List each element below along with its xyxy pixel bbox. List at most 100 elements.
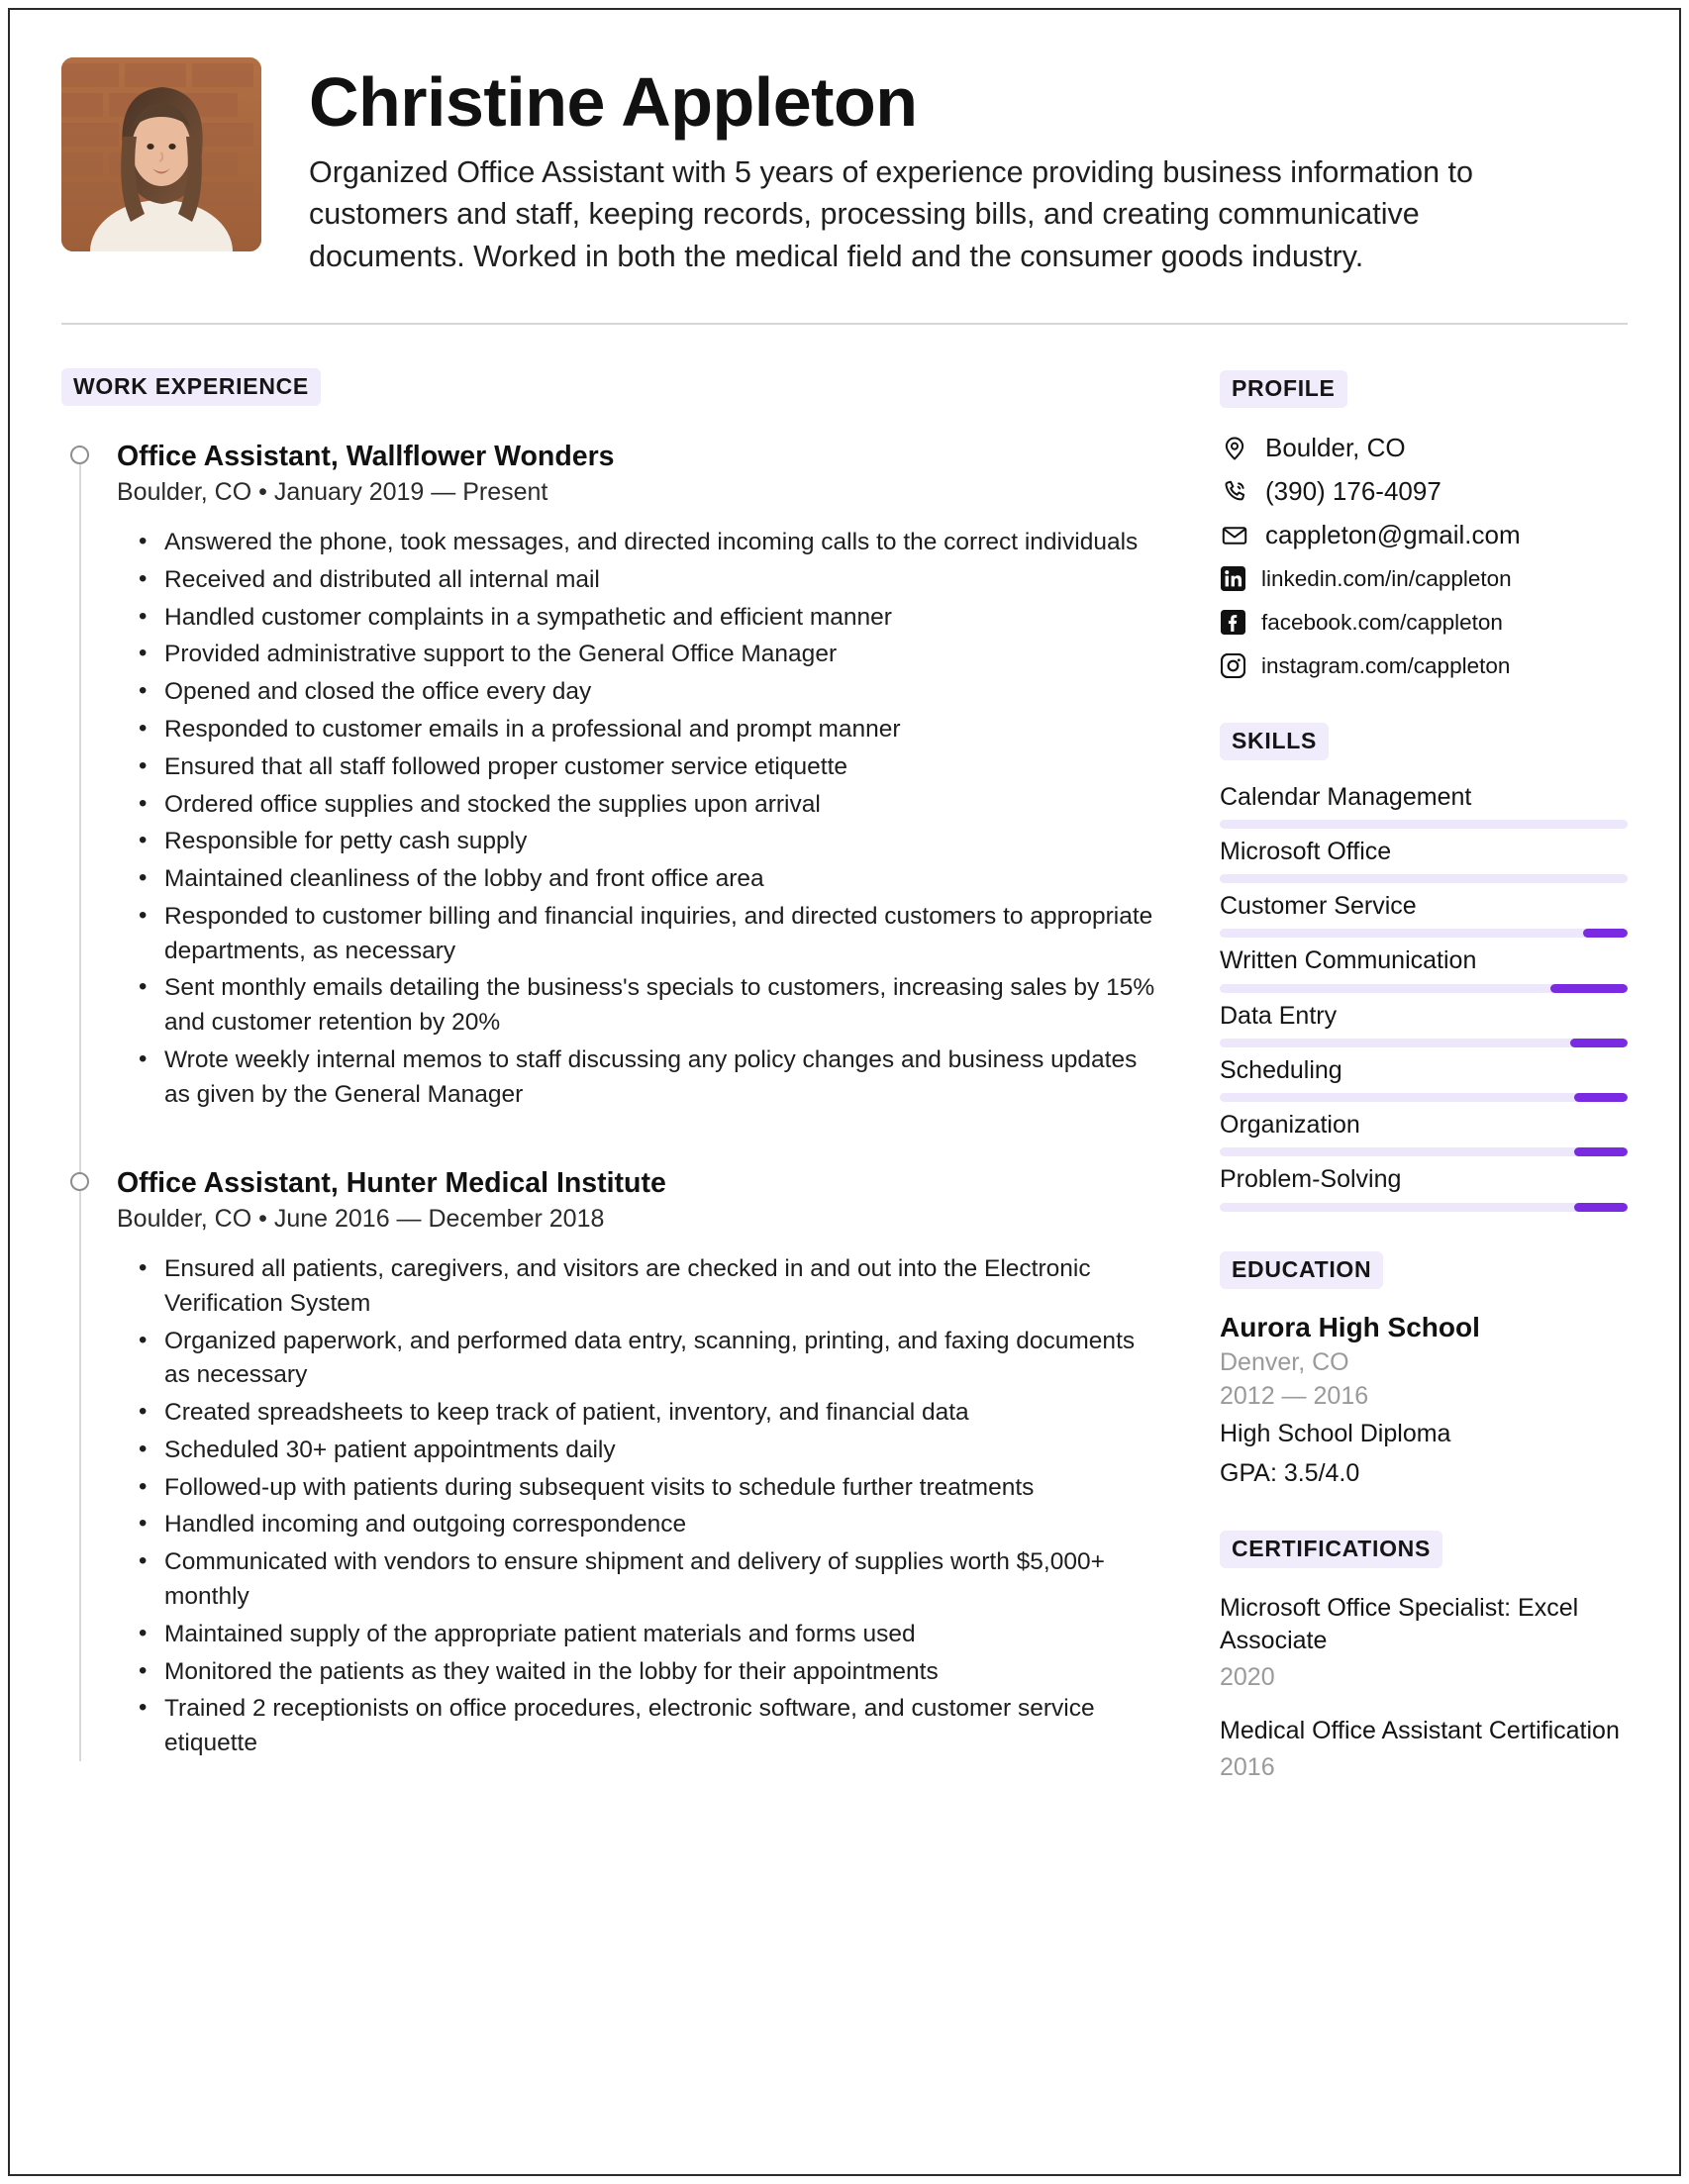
resume-page: Christine Appleton Organized Office Assi…: [0, 0, 1689, 2184]
contact-value: Boulder, CO: [1265, 433, 1406, 463]
timeline-dot-icon: [70, 1171, 89, 1191]
certification-name: Microsoft Office Specialist: Excel Assoc…: [1220, 1593, 1579, 1654]
certifications-section: CERTIFICATIONS Microsoft Office Speciali…: [1220, 1530, 1628, 1784]
job-bullet: Trained 2 receptionists on office proced…: [139, 1691, 1160, 1761]
skill-item: Written Communication: [1220, 945, 1628, 993]
skill-name: Scheduling: [1220, 1055, 1342, 1084]
certification-name: Medical Office Assistant Certification: [1220, 1717, 1620, 1745]
job-bullet: Organized paperwork, and performed data …: [139, 1324, 1160, 1394]
job-bullet: Maintained cleanliness of the lobby and …: [139, 861, 1160, 897]
job-title: Office Assistant, Hunter Medical Institu…: [117, 1166, 666, 1199]
job-bullet-list: Answered the phone, took messages, and d…: [117, 525, 1160, 1113]
skill-item: Data Entry: [1220, 1001, 1628, 1047]
job-bullet: Sent monthly emails detailing the busine…: [139, 970, 1160, 1041]
skill-name: Written Communication: [1220, 946, 1477, 975]
skill-level-bar: [1220, 1093, 1628, 1103]
contact-row[interactable]: Boulder, CO: [1220, 432, 1628, 465]
location-pin-icon: [1220, 434, 1249, 463]
resume-header: Christine Appleton Organized Office Assi…: [61, 57, 1628, 277]
contact-value: (390) 176-4097: [1265, 476, 1441, 507]
resume-content: Christine Appleton Organized Office Assi…: [61, 57, 1628, 2144]
skill-level-fill: [1574, 1202, 1628, 1212]
contact-value: cappleton@gmail.com: [1265, 520, 1521, 550]
job-bullet: Ordered office supplies and stocked the …: [139, 787, 1160, 823]
job-bullet: Created spreadsheets to keep track of pa…: [139, 1395, 1160, 1431]
job-bullet: Followed-up with patients during subsequ…: [139, 1470, 1160, 1506]
page-title: Christine Appleton: [309, 63, 918, 141]
skill-level-bar: [1220, 1202, 1628, 1212]
job-bullet: Answered the phone, took messages, and d…: [139, 525, 1160, 560]
skill-item: Microsoft Office: [1220, 837, 1628, 884]
education-years: 2012 — 2016: [1220, 1381, 1369, 1410]
job-bullet-list: Ensured all patients, caregivers, and vi…: [117, 1251, 1160, 1761]
header-text-block: Christine Appleton Organized Office Assi…: [309, 57, 1628, 277]
avatar: [61, 57, 261, 251]
contact-row[interactable]: (390) 176-4097: [1220, 475, 1628, 509]
skill-name: Microsoft Office: [1220, 837, 1392, 865]
timeline-dot-icon: [70, 445, 89, 464]
skill-list: Calendar Management Microsoft Office Custo…: [1220, 782, 1628, 1212]
skill-name: Calendar Management: [1220, 782, 1472, 811]
skill-item: Organization: [1220, 1110, 1628, 1157]
skill-item: Customer Service: [1220, 891, 1628, 939]
phone-icon: [1220, 477, 1249, 507]
section-header-education: EDUCATION: [1220, 1250, 1384, 1289]
education-section: EDUCATION Aurora High School Denver, CO …: [1220, 1250, 1628, 1491]
skills-section: SKILLS Calendar Management Microsoft Offi…: [1220, 722, 1628, 1212]
skill-level-bar: [1220, 983, 1628, 993]
skill-level-bar: [1220, 1147, 1628, 1157]
contact-row[interactable]: cappleton@gmail.com: [1220, 519, 1628, 552]
education-location: Denver, CO: [1220, 1348, 1349, 1377]
contact-row[interactable]: facebook.com/cappleton: [1220, 606, 1628, 640]
job-bullet: Responsible for petty cash supply: [139, 824, 1160, 859]
skill-level-bar: [1220, 874, 1628, 884]
skill-item: Scheduling: [1220, 1055, 1628, 1103]
skill-name: Data Entry: [1220, 1001, 1338, 1030]
certification-item: Microsoft Office Specialist: Excel Assoc…: [1220, 1592, 1628, 1694]
job-bullet: Monitored the patients as they waited in…: [139, 1654, 1160, 1690]
facebook-icon: [1220, 610, 1245, 636]
job-bullet: Maintained supply of the appropriate pat…: [139, 1617, 1160, 1652]
education-gpa: GPA: 3.5/4.0: [1220, 1458, 1360, 1487]
skill-level-fill: [1549, 983, 1628, 993]
skill-level-fill: [1582, 929, 1628, 939]
education-school: Aurora High School: [1220, 1311, 1480, 1342]
certification-item: Medical Office Assistant Certification 20…: [1220, 1715, 1628, 1784]
certification-list: Microsoft Office Specialist: Excel Assoc…: [1220, 1592, 1628, 1784]
instagram-icon: [1220, 653, 1245, 679]
skill-level-bar: [1220, 819, 1628, 829]
profile-section: PROFILE Boulder, CO (390) 176-4097 capplet…: [1220, 369, 1628, 683]
professional-summary: Organized Office Assistant with 5 years …: [309, 155, 1473, 273]
skill-level-fill: [1570, 1038, 1628, 1047]
contact-row[interactable]: instagram.com/cappleton: [1220, 649, 1628, 683]
job-entry: Office Assistant, Wallflower Wonders Boul…: [70, 440, 1160, 1113]
skill-level-fill: [1574, 1147, 1628, 1157]
resume-columns: WORK EXPERIENCE Office Assistant, Wallfl…: [61, 367, 1628, 1785]
job-bullet: Provided administrative support to the G…: [139, 637, 1160, 672]
skill-item: Calendar Management: [1220, 782, 1628, 829]
certification-year: 2016: [1220, 1753, 1275, 1782]
job-bullet: Ensured all patients, caregivers, and vi…: [139, 1251, 1160, 1322]
skill-name: Customer Service: [1220, 892, 1417, 921]
job-bullet: Received and distributed all internal ma…: [139, 562, 1160, 598]
job-bullet: Responded to customer billing and financ…: [139, 899, 1160, 969]
job-entry: Office Assistant, Hunter Medical Institu…: [70, 1166, 1160, 1761]
job-bullet: Handled customer complaints in a sympath…: [139, 600, 1160, 636]
section-header-profile: PROFILE: [1220, 369, 1347, 408]
skill-level-bar: [1220, 929, 1628, 939]
section-header-certifications: CERTIFICATIONS: [1220, 1530, 1443, 1568]
job-bullet: Scheduled 30+ patient appointments daily: [139, 1433, 1160, 1468]
certification-year: 2020: [1220, 1662, 1275, 1691]
section-header-skills: SKILLS: [1220, 722, 1329, 760]
job-location-dates: Boulder, CO • January 2019 — Present: [117, 477, 548, 506]
job-bullet: Ensured that all staff followed proper c…: [139, 749, 1160, 785]
education-degree: High School Diploma: [1220, 1420, 1451, 1448]
job-bullet: Wrote weekly internal memos to staff dis…: [139, 1042, 1160, 1113]
contact-value: linkedin.com/in/cappleton: [1261, 566, 1512, 592]
job-bullet: Responded to customer emails in a profes…: [139, 712, 1160, 747]
skill-name: Organization: [1220, 1111, 1360, 1140]
skill-level-bar: [1220, 1038, 1628, 1047]
skill-name: Problem-Solving: [1220, 1165, 1402, 1194]
contact-row[interactable]: linkedin.com/in/cappleton: [1220, 562, 1628, 596]
job-bullet: Handled incoming and outgoing correspond…: [139, 1507, 1160, 1542]
